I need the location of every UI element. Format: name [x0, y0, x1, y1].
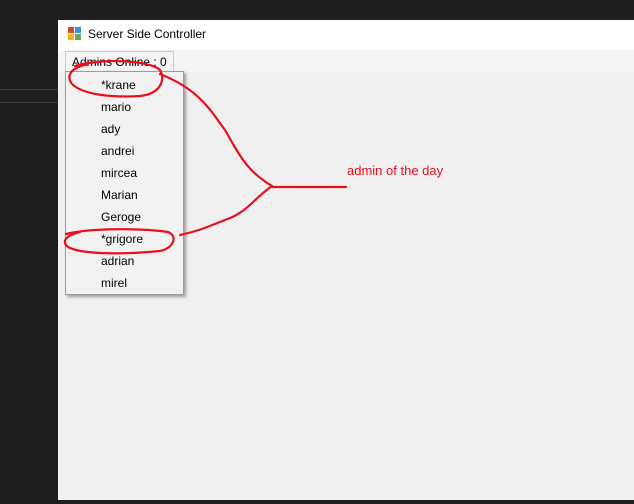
- admin-menu-item[interactable]: *krane: [66, 74, 183, 96]
- menu-bar: Admins Online : 0: [58, 50, 634, 72]
- admin-list: *krane mario ady andrei mircea Marian Ge…: [66, 74, 183, 294]
- admin-menu-item[interactable]: ady: [66, 118, 183, 140]
- window-title: Server Side Controller: [88, 27, 207, 41]
- background-divider-line: [0, 102, 58, 103]
- admin-menu-item[interactable]: mircea: [66, 162, 183, 184]
- app-window: Server Side Controller Admins Online : 0…: [58, 20, 634, 500]
- background-divider-line: [0, 89, 58, 90]
- app-icon: [68, 27, 82, 41]
- admin-menu-item[interactable]: mirel: [66, 272, 183, 294]
- admin-menu-item[interactable]: adrian: [66, 250, 183, 272]
- admins-online-menu[interactable]: Admins Online : 0: [65, 51, 174, 72]
- admin-menu-item[interactable]: *grigore: [66, 228, 183, 250]
- admin-menu-item[interactable]: Marian: [66, 184, 183, 206]
- title-bar[interactable]: Server Side Controller: [58, 20, 634, 50]
- admin-menu-item[interactable]: Geroge: [66, 206, 183, 228]
- admins-dropdown-menu: *krane mario ady andrei mircea Marian Ge…: [65, 71, 184, 295]
- admin-menu-item[interactable]: mario: [66, 96, 183, 118]
- admin-menu-item[interactable]: andrei: [66, 140, 183, 162]
